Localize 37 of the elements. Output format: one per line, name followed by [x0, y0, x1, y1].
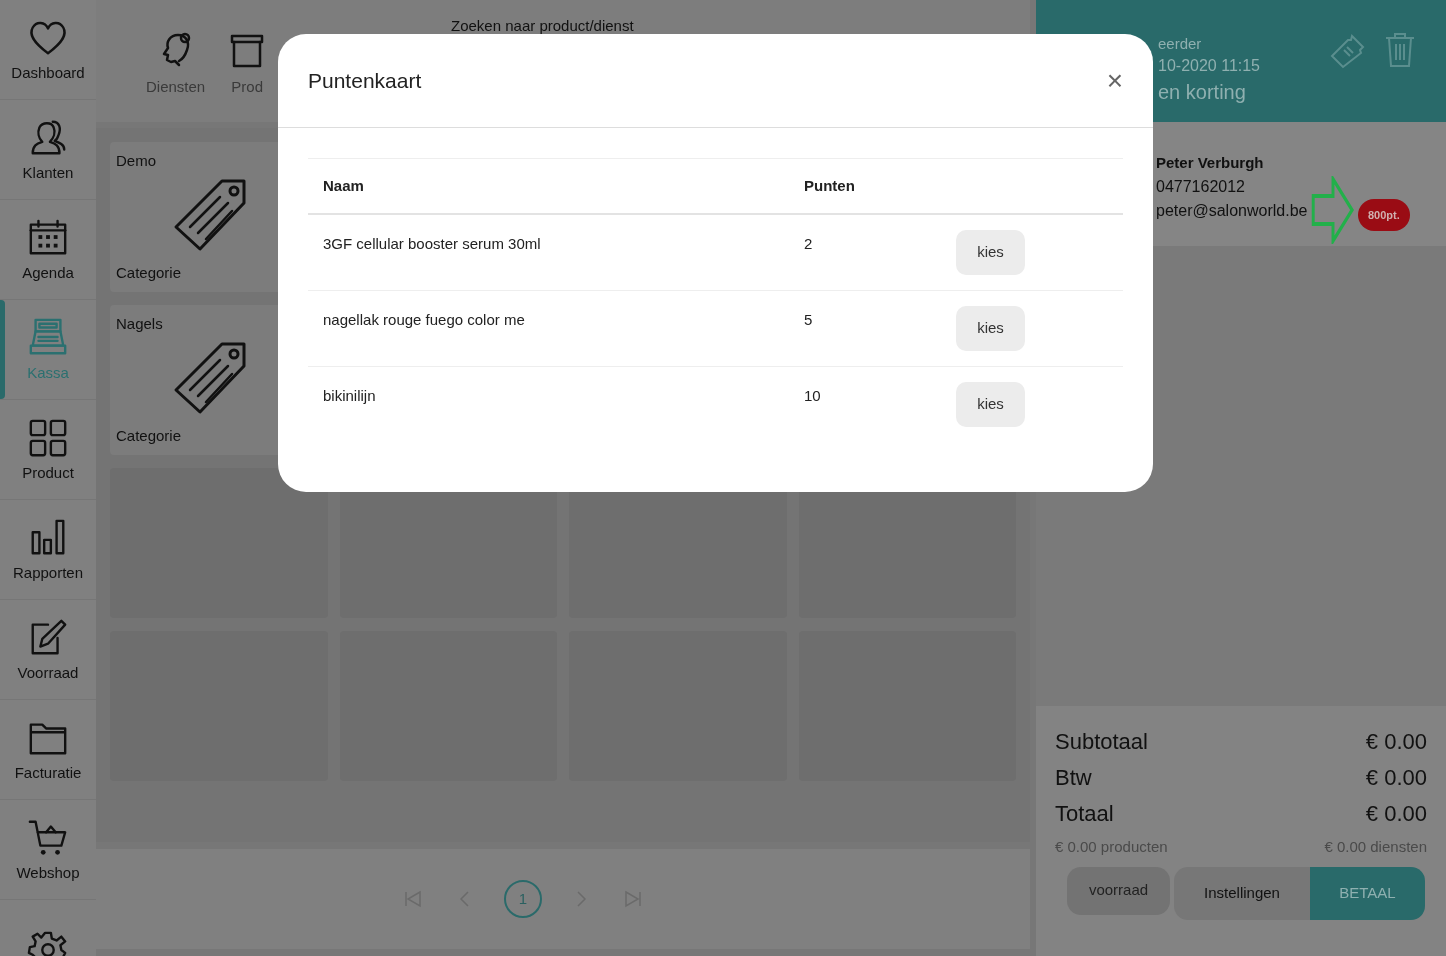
card-title: Demo — [116, 151, 157, 171]
ticket-icon[interactable] — [1328, 33, 1366, 69]
total-value: € 0.00 — [1365, 728, 1427, 756]
action-button[interactable]: voorraad — [1067, 866, 1170, 915]
choose-button[interactable]: kies — [956, 230, 1025, 275]
customer-email: peter@salonworld.be — [1156, 201, 1308, 221]
table-cell-text: 5 — [804, 310, 814, 330]
total-label: Totaal — [1055, 800, 1114, 828]
trash-icon[interactable] — [1384, 32, 1416, 68]
card-title: Nagels — [116, 314, 164, 334]
total-value: € 0.00 — [1365, 800, 1427, 828]
category-tab[interactable]: Prod — [229, 31, 266, 98]
action-button[interactable]: BETAAL — [1310, 866, 1425, 920]
total-label: Subtotaal — [1055, 728, 1148, 756]
category-tab[interactable]: Diensten — [146, 31, 206, 98]
choose-button[interactable]: kies — [956, 306, 1025, 351]
card-subtitle: Categorie — [116, 262, 183, 283]
order-info: 10-2020 11:15 — [1158, 56, 1260, 76]
card-subtitle: Categorie — [116, 425, 183, 446]
total-label: Btw — [1055, 764, 1092, 792]
close-button[interactable]: × — [1106, 66, 1123, 95]
arrow-icon — [1311, 176, 1355, 244]
action-button[interactable]: Instellingen — [1174, 866, 1310, 920]
customer-phone: 0477162012 — [1156, 177, 1246, 197]
total-value: € 0.00 — [1365, 764, 1427, 792]
points-badge: 800pt. — [1358, 199, 1410, 231]
table-cell-text: 10 — [804, 386, 822, 406]
customer-name: Peter Verburgh — [1156, 153, 1265, 173]
modal-title: Puntenkaart — [308, 67, 422, 94]
column-header: Punten — [804, 175, 856, 196]
table-cell-text: 2 — [804, 234, 814, 254]
subtotal-note: € 0.00 producten — [1055, 837, 1168, 857]
order-info: en korting — [1158, 80, 1247, 105]
choose-button[interactable]: kies — [956, 382, 1025, 427]
subtotal-note: € 0.00 diensten — [1324, 837, 1427, 857]
search-label: Zoeken naar product/dienst — [451, 16, 634, 36]
order-info: eerder — [1158, 34, 1203, 54]
